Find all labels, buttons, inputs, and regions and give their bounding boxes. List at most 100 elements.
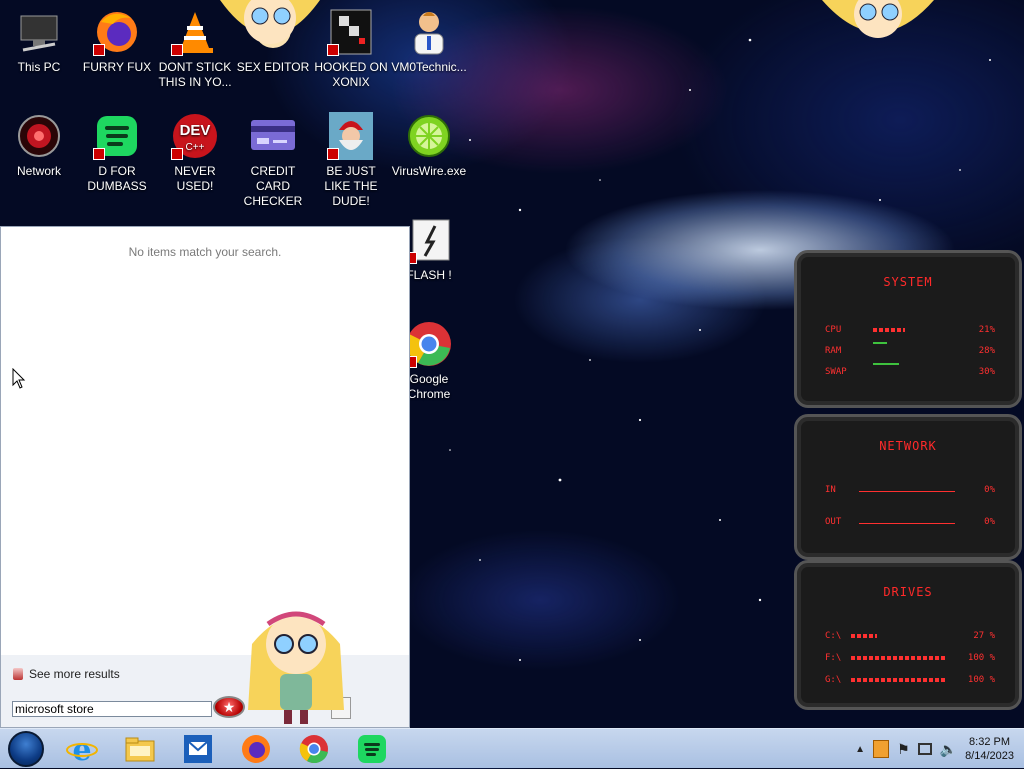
desktop-icon-label: Network bbox=[16, 164, 61, 178]
internet-explorer-icon[interactable]: e bbox=[66, 733, 98, 765]
network-icon[interactable] bbox=[917, 743, 932, 755]
drive-g-bar bbox=[851, 678, 947, 682]
show-hidden-icons-icon[interactable]: ▲ bbox=[855, 744, 865, 755]
computer-icon bbox=[15, 8, 63, 56]
clock[interactable]: 8:32 PM 8/14/2023 bbox=[965, 735, 1014, 763]
no-results-message: No items match your search. bbox=[128, 245, 282, 259]
search-result-icon bbox=[13, 668, 23, 680]
drive-f-value: 100 % bbox=[967, 653, 995, 663]
drive-c-bar bbox=[851, 634, 877, 638]
widget-title: SYSTEM bbox=[883, 275, 933, 289]
swap-row: SWAP 30% bbox=[825, 367, 995, 377]
start-search-input[interactable] bbox=[12, 701, 212, 717]
system-tray: ▲ ⚑ 🔈 8:32 PM 8/14/2023 bbox=[855, 729, 1024, 769]
network-in-value: 0% bbox=[984, 485, 995, 495]
action-center-flag-icon[interactable]: ⚑ bbox=[897, 741, 910, 758]
network-in-graph bbox=[859, 491, 955, 492]
mouse-cursor-icon bbox=[12, 368, 26, 389]
desktop-icon-never-used[interactable]: DEV C++ NEVER USED! bbox=[156, 112, 234, 194]
mail-icon[interactable] bbox=[182, 733, 214, 765]
ram-row: RAM 28% bbox=[825, 346, 995, 356]
desktop-icon-label: VirusWire.exe bbox=[391, 164, 467, 178]
drive-f-label: F:\ bbox=[825, 653, 842, 663]
desktop-icon-credit-card-checker[interactable]: CREDIT CARD CHECKER bbox=[234, 112, 312, 209]
credit-card-icon bbox=[249, 112, 297, 160]
desktop-icon-be-just-like-the-dude[interactable]: BE JUST LIKE THE DUDE! bbox=[312, 112, 390, 209]
desktop-icon-label: SEX EDITOR bbox=[236, 60, 310, 74]
network-monitor-widget: NETWORK IN 0% OUT 0% bbox=[794, 414, 1022, 560]
network-globe-icon bbox=[15, 112, 63, 160]
technician-icon bbox=[405, 8, 453, 56]
clock-date: 8/14/2023 bbox=[965, 750, 1014, 762]
firefox-icon[interactable] bbox=[240, 733, 272, 765]
desktop-icon-label: This PC bbox=[17, 60, 61, 74]
firefox-icon bbox=[93, 8, 141, 56]
desktop-icon-label: CREDIT CARD CHECKER bbox=[243, 164, 303, 208]
desktop-icon-label: BE JUST LIKE THE DUDE! bbox=[324, 164, 378, 208]
swap-value: 30% bbox=[978, 367, 995, 377]
svg-text:DEV: DEV bbox=[180, 122, 211, 139]
ram-value: 28% bbox=[978, 346, 995, 356]
desktop-icon-label: D FOR DUMBASS bbox=[87, 164, 147, 193]
desktop-icon-viruswire[interactable]: VirusWire.exe bbox=[390, 112, 468, 179]
clock-time: 8:32 PM bbox=[969, 736, 1011, 748]
widget-title: NETWORK bbox=[879, 439, 937, 453]
file-explorer-icon[interactable] bbox=[124, 733, 156, 765]
desktop-icon-label: NEVER USED! bbox=[174, 164, 216, 193]
desktop-icon-label: FURRY FUX bbox=[82, 60, 152, 74]
network-out-label: OUT bbox=[825, 517, 842, 527]
chrome-icon[interactable] bbox=[298, 733, 330, 765]
taskbar: e ▲ ⚑ 🔈 8:32 PM 8/14/2023 bbox=[0, 728, 1024, 768]
desktop-icon-label: VM0Technic... bbox=[391, 60, 467, 74]
desktop-icon-this-pc[interactable]: This PC bbox=[0, 8, 78, 75]
drive-g-value: 100 % bbox=[967, 675, 995, 685]
drive-c-value: 27 % bbox=[973, 631, 995, 641]
dev-cpp-icon: DEV C++ bbox=[171, 112, 219, 160]
lime-wheel-icon bbox=[405, 112, 453, 160]
drive-g-label: G:\ bbox=[825, 675, 842, 685]
system-monitor-widget: SYSTEM CPU 21% RAM 28% SWAP 30% bbox=[794, 250, 1022, 408]
desktop-icon-label: HOOKED ON XONIX bbox=[314, 60, 388, 89]
network-out-graph bbox=[859, 523, 955, 524]
see-more-results-label: See more results bbox=[29, 667, 120, 681]
cpu-value: 21% bbox=[978, 325, 995, 335]
cpu-row: CPU 21% bbox=[825, 325, 995, 335]
spotify-icon bbox=[93, 112, 141, 160]
see-more-results-link[interactable]: See more results bbox=[13, 667, 120, 681]
svg-text:C++: C++ bbox=[186, 142, 205, 153]
desktop-icon-furry-fux[interactable]: FURRY FUX bbox=[78, 8, 156, 75]
drives-monitor-widget: DRIVES C:\ 27 % F:\ 100 % G:\ 100 % bbox=[794, 560, 1022, 710]
start-button[interactable] bbox=[8, 731, 44, 767]
widget-title: DRIVES bbox=[883, 585, 933, 599]
tray-app-icon[interactable] bbox=[873, 740, 890, 758]
mascot-character-icon bbox=[248, 611, 344, 724]
drive-f-bar bbox=[851, 656, 947, 660]
character-decoration-icon bbox=[220, 0, 320, 44]
chrome-icon bbox=[405, 320, 453, 368]
ram-graph bbox=[873, 342, 887, 344]
ram-label: RAM bbox=[825, 346, 842, 356]
swap-graph bbox=[873, 363, 899, 365]
drive-c-label: C:\ bbox=[825, 631, 842, 641]
svg-text:e: e bbox=[72, 733, 91, 765]
network-out-row: OUT 0% bbox=[825, 517, 995, 527]
desktop-icon-vm0technic[interactable]: VM0Technic... bbox=[390, 8, 468, 75]
network-out-value: 0% bbox=[984, 517, 995, 527]
character-decoration-icon bbox=[822, 0, 934, 38]
network-in-row: IN 0% bbox=[825, 485, 995, 495]
cpu-label: CPU bbox=[825, 325, 842, 335]
network-in-label: IN bbox=[825, 485, 836, 495]
desktop-icon-label: DONT STICK THIS IN YO... bbox=[158, 60, 232, 89]
spotify-icon[interactable] bbox=[356, 733, 388, 765]
search-button[interactable]: ★ bbox=[213, 696, 245, 718]
santa-gnome-icon bbox=[327, 112, 375, 160]
cpu-bar bbox=[873, 328, 905, 332]
swap-label: SWAP bbox=[825, 367, 847, 377]
star-icon: ★ bbox=[222, 698, 236, 715]
start-menu-search-panel: No items match your search. See more res… bbox=[0, 226, 410, 728]
desktop-icon-d-for-dumbass[interactable]: D FOR DUMBASS bbox=[78, 112, 156, 194]
desktop-icon-network[interactable]: Network bbox=[0, 112, 78, 179]
volume-icon[interactable]: 🔈 bbox=[940, 741, 957, 758]
flash-player-icon bbox=[405, 216, 453, 264]
xonix-game-icon bbox=[327, 8, 375, 56]
